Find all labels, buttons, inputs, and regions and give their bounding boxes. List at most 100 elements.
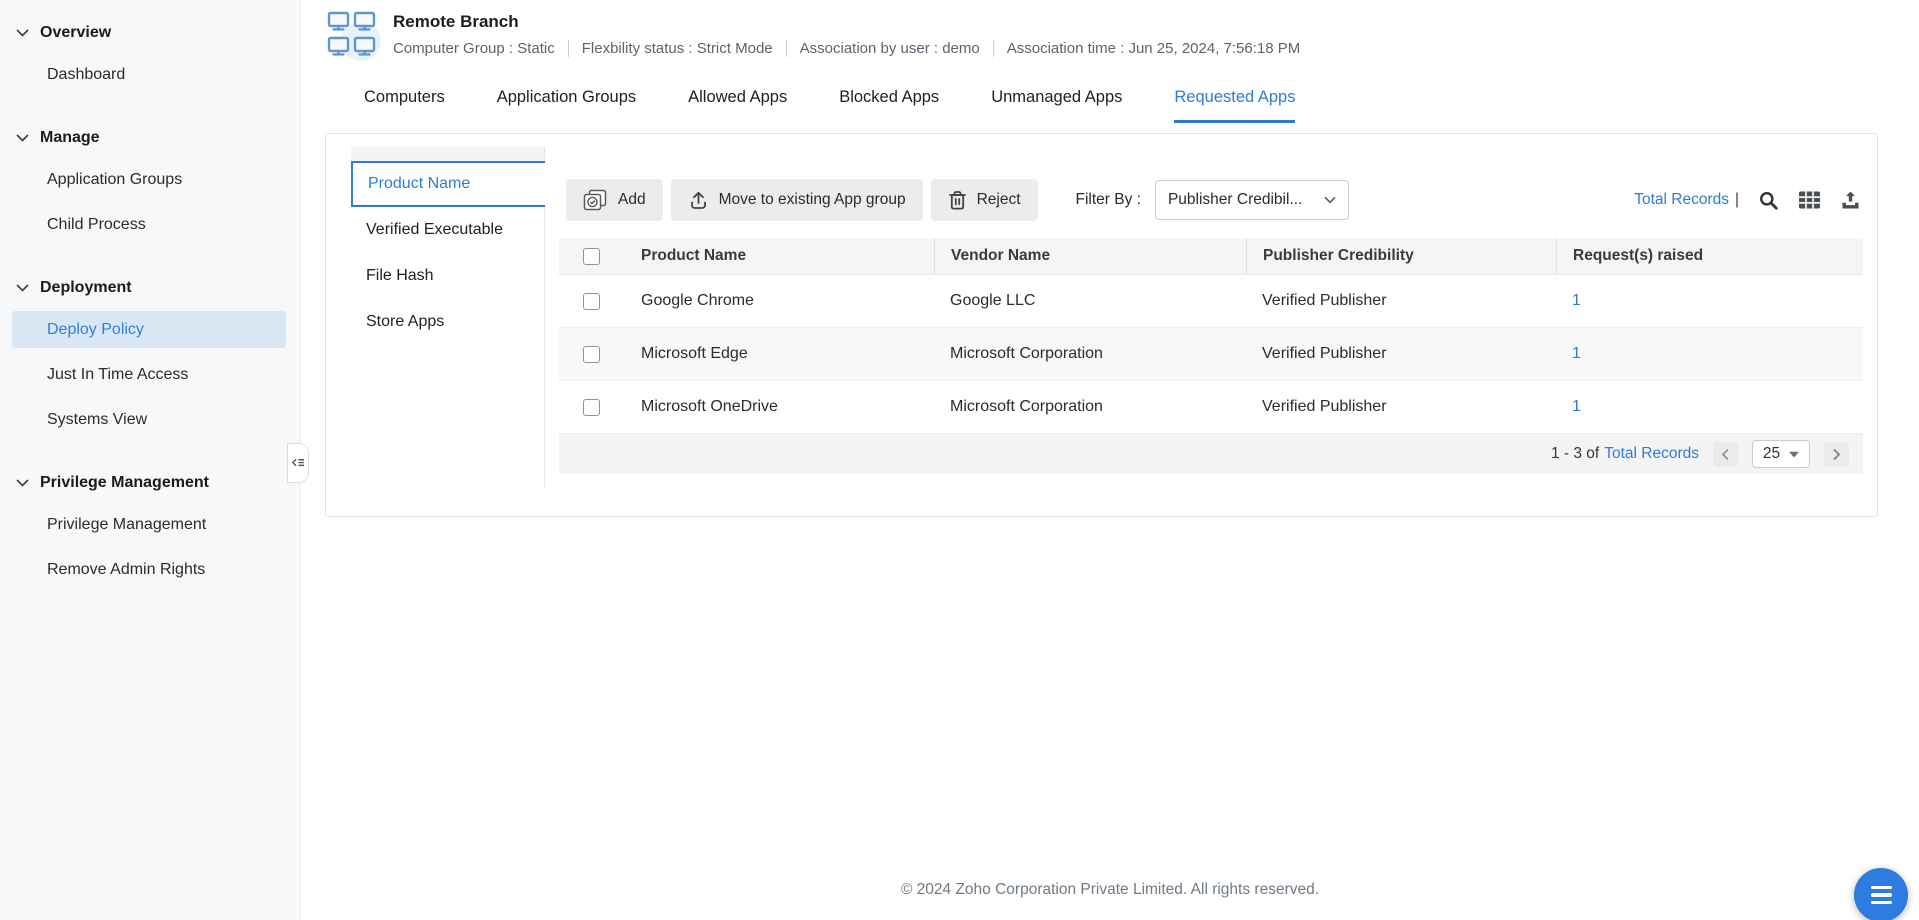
sidebar-section-deployment: Deployment Deploy Policy Just In Time Ac… [0,269,300,442]
move-to-app-group-button[interactable]: Move to existing App group [670,179,923,221]
sidebar-item-privilege-management[interactable]: Privilege Management [0,502,300,547]
page-meta: Computer Group : Static Flexbility statu… [393,40,1313,57]
chevron-down-icon [16,284,29,292]
sidebar-section-header-deployment[interactable]: Deployment [0,269,300,307]
pagination-total-records-link[interactable]: Total Records [1604,445,1699,463]
row-checkbox[interactable] [583,398,600,416]
filter-dropdown[interactable]: Publisher Credibil... [1154,180,1349,220]
computer-group-icon [325,6,381,62]
table-row: Microsoft Edge Microsoft Corporation Ver… [559,328,1863,381]
total-records-separator: | [1734,191,1739,208]
total-records-link[interactable]: Total Records [1634,191,1729,209]
sidebar-section-header-manage[interactable]: Manage [0,119,300,157]
sidebar-section-privilege-management: Privilege Management Privilege Managemen… [0,464,300,592]
table-row: Google Chrome Google LLC Verified Publis… [559,275,1863,328]
sidebar-item-application-groups[interactable]: Application Groups [0,157,300,202]
sidebar-item-systems-view[interactable]: Systems View [0,397,300,442]
chevron-down-icon [16,134,29,142]
sidebar-item-dashboard[interactable]: Dashboard [0,52,300,97]
floating-menu-button[interactable] [1854,868,1908,920]
meta-association-user: Association by user : demo [785,40,993,57]
meta-computer-group: Computer Group : Static [393,40,555,57]
sidebar-section-manage: Manage Application Groups Child Process [0,119,300,247]
tab-computers[interactable]: Computers [364,88,445,123]
page-title: Remote Branch [393,12,519,31]
requests-raised-link[interactable]: 1 [1572,292,1581,310]
pagination-bar: 1 - 3 of Total Records 25 [559,434,1863,474]
tab-bar: Computers Application Groups Allowed App… [364,88,1296,123]
cell-product-name: Microsoft Edge [641,345,748,362]
tab-blocked-apps[interactable]: Blocked Apps [839,88,939,123]
sidebar-collapse-button[interactable] [287,443,309,483]
toolbar: Add Move to existing App group Reject Fi… [566,179,1861,221]
select-all-checkbox[interactable] [583,247,600,265]
cell-publisher-credibility: Verified Publisher [1262,345,1387,362]
section-label: Deployment [40,279,132,296]
requested-apps-table: Product Name Vendor Name Publisher Credi… [559,238,1863,474]
sidebar-item-remove-admin-rights[interactable]: Remove Admin Rights [0,547,300,592]
sidebar-item-just-in-time-access[interactable]: Just In Time Access [0,352,300,397]
chevron-right-icon [1833,448,1841,460]
row-checkbox[interactable] [583,345,600,363]
caret-down-icon [1789,451,1800,457]
sidebar: Overview Dashboard Manage Application Gr… [0,0,309,920]
search-button[interactable] [1758,190,1779,211]
filter-dropdown-value: Publisher Credibil... [1167,191,1303,208]
sidebar-section-header-overview[interactable]: Overview [0,14,300,52]
subnav-item-verified-executable[interactable]: Verified Executable [351,207,544,253]
toolbar-right: Total Records | [1634,190,1861,211]
subnav-strip [351,147,544,161]
page-size-dropdown[interactable]: 25 [1752,440,1810,468]
sidebar-item-deploy-policy[interactable]: Deploy Policy [12,311,286,348]
column-header-product-name: Product Name [641,247,747,264]
column-header-publisher-credibility: Publisher Credibility [1246,238,1556,274]
section-label: Manage [40,129,100,146]
column-header-vendor-name: Vendor Name [934,238,1246,274]
cell-vendor-name: Microsoft Corporation [950,398,1103,415]
page-size-value: 25 [1762,445,1781,462]
main-content: Remote Branch Computer Group : Static Fl… [301,0,1919,920]
tab-application-groups[interactable]: Application Groups [497,88,636,123]
tab-allowed-apps[interactable]: Allowed Apps [688,88,787,123]
sidebar-item-child-process[interactable]: Child Process [0,202,300,247]
meta-association-time: Association time : Jun 25, 2024, 7:56:18… [992,40,1314,57]
subnav-item-file-hash[interactable]: File Hash [351,253,544,299]
search-icon [1760,191,1778,210]
hamburger-icon [1870,885,1892,890]
reject-button[interactable]: Reject [930,179,1038,221]
app-type-subnav: Product Name Verified Executable File Ha… [351,147,545,487]
row-checkbox[interactable] [583,292,600,310]
move-button-label: Move to existing App group [718,191,906,208]
cell-publisher-credibility: Verified Publisher [1262,398,1387,415]
pagination-next-button[interactable] [1824,441,1849,467]
sidebar-section-header-privilege-management[interactable]: Privilege Management [0,464,300,502]
column-chooser-button[interactable] [1798,190,1821,210]
add-app-icon [583,189,607,210]
column-header-requests-raised: Request(s) raised [1556,238,1863,274]
cell-product-name: Google Chrome [641,292,754,309]
trash-icon [948,190,966,210]
filter-by-label: Filter By : [1075,191,1141,208]
cell-vendor-name: Microsoft Corporation [950,345,1103,362]
export-upload-icon [1842,191,1859,208]
pagination-prev-button[interactable] [1713,441,1738,467]
sidebar-section-overview: Overview Dashboard [0,14,300,97]
section-label: Overview [40,24,112,41]
cell-product-name: Microsoft OneDrive [641,398,778,415]
subnav-item-store-apps[interactable]: Store Apps [351,299,544,345]
copyright-footer: © 2024 Zoho Corporation Private Limited.… [900,881,1320,898]
requests-raised-link[interactable]: 1 [1572,398,1581,416]
section-label: Privilege Management [40,474,209,491]
add-button[interactable]: Add [566,179,663,221]
cell-vendor-name: Google LLC [950,292,1036,309]
export-button[interactable] [1840,190,1861,211]
subnav-item-product-name[interactable]: Product Name [351,161,545,207]
tab-requested-apps[interactable]: Requested Apps [1174,88,1296,123]
tab-unmanaged-apps[interactable]: Unmanaged Apps [991,88,1122,123]
chevron-down-icon [16,479,29,487]
requests-raised-link[interactable]: 1 [1572,345,1581,363]
meta-flexibility-status: Flexbility status : Strict Mode [567,40,786,57]
move-upload-icon [690,191,706,209]
table-grid-icon [1799,191,1820,209]
requested-apps-panel: Product Name Verified Executable File Ha… [325,133,1878,517]
